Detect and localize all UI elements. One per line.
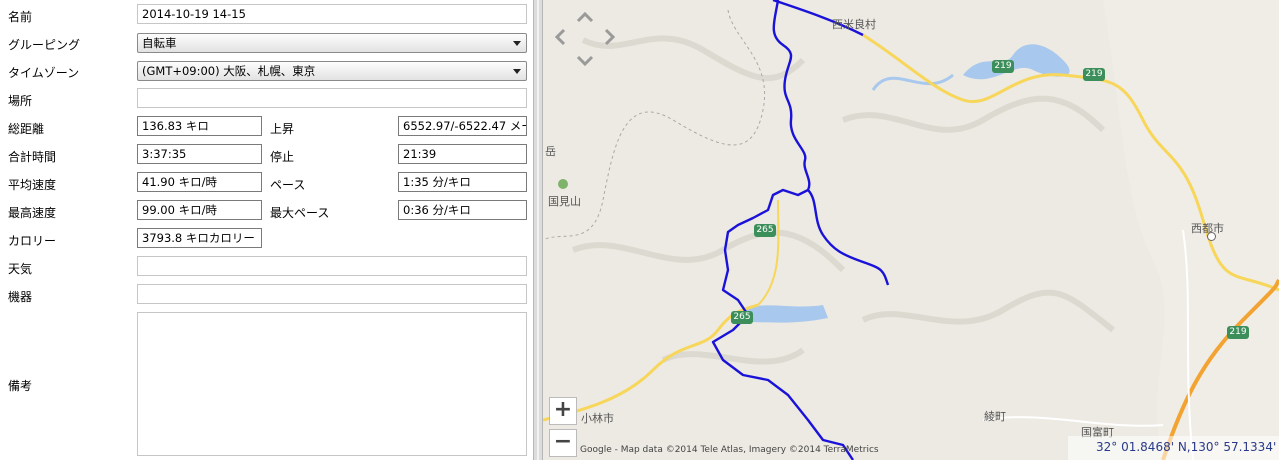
route-shield-219: 219 — [1083, 68, 1105, 81]
max-pace-label: 最大ペース — [270, 206, 330, 220]
route-shield-265: 265 — [731, 311, 753, 324]
max-speed-label: 最高速度 — [8, 206, 57, 220]
grouping-label: グルーピング — [8, 38, 81, 52]
device-field[interactable] — [137, 284, 527, 304]
calories-label: カロリー — [8, 234, 57, 248]
timezone-selected-value: (GMT+09:00) 大阪、札幌、東京 — [142, 64, 316, 78]
splitter-grip — [537, 0, 539, 460]
ascent-label: 上昇 — [270, 122, 295, 136]
place-label: 岳 — [545, 145, 556, 158]
avg-speed-label: 平均速度 — [8, 178, 57, 192]
distance-field[interactable]: 136.83 キロ — [137, 116, 262, 136]
pace-field[interactable]: 1:35 分/キロ — [398, 172, 527, 192]
zoom-out-button[interactable]: − — [549, 429, 577, 457]
pane-splitter[interactable] — [533, 0, 543, 460]
mountain-icon — [558, 179, 568, 189]
place-label: 西米良村 — [832, 18, 876, 31]
city-marker-icon — [1207, 232, 1216, 241]
location-label: 場所 — [8, 94, 33, 108]
zoom-in-button[interactable]: + — [549, 397, 577, 425]
calories-field[interactable]: 3793.8 キロカロリー — [137, 228, 262, 248]
place-label: 国見山 — [548, 195, 581, 208]
device-label: 機器 — [8, 290, 33, 304]
weather-field[interactable] — [137, 256, 527, 276]
route-shield-219: 219 — [992, 60, 1014, 73]
terrain-relief — [571, 35, 1115, 365]
avg-speed-field[interactable]: 41.90 キロ/時 — [137, 172, 262, 192]
total-time-label: 合計時間 — [8, 150, 57, 164]
total-time-field[interactable]: 3:37:35 — [137, 144, 262, 164]
name-label: 名前 — [8, 10, 33, 24]
location-field[interactable] — [137, 88, 527, 108]
distance-label: 総距離 — [8, 122, 45, 136]
pan-up-icon[interactable] — [573, 6, 597, 30]
name-field[interactable]: 2014-10-19 14-15 — [137, 4, 527, 24]
pace-label: ペース — [270, 178, 306, 192]
map-view[interactable]: 219 219 219 265 265 西米良村 西都市 国見山 綾町 国富町 … — [543, 0, 1279, 460]
notes-label: 備考 — [8, 379, 33, 393]
notes-textarea[interactable] — [137, 312, 527, 456]
map-attribution: Google - Map data ©2014 Tele Atlas, Imag… — [580, 445, 879, 455]
chevron-down-icon — [513, 41, 521, 46]
place-label: 小林市 — [581, 412, 614, 425]
place-label: 綾町 — [984, 410, 1006, 423]
route-shield-219: 219 — [1227, 326, 1249, 339]
grouping-selected-value: 自転車 — [142, 36, 177, 50]
chevron-down-icon — [513, 69, 521, 74]
cursor-coordinates: 32° 01.8468' N,130° 57.1334' E — [1068, 436, 1279, 460]
timezone-select[interactable]: (GMT+09:00) 大阪、札幌、東京 — [137, 61, 527, 81]
map-canvas — [543, 0, 1279, 460]
ascent-field[interactable]: 6552.97/-6522.47 メー — [398, 116, 527, 136]
weather-label: 天気 — [8, 262, 33, 276]
pan-down-icon[interactable] — [573, 48, 597, 72]
water-bodies — [743, 44, 1070, 323]
route-shield-265: 265 — [754, 224, 776, 237]
grouping-select[interactable]: 自転車 — [137, 33, 527, 53]
stop-field[interactable]: 21:39 — [398, 144, 527, 164]
timezone-label: タイムゾーン — [8, 66, 80, 80]
activity-properties-form: 名前 2014-10-19 14-15 グルーピング 自転車 タイムゾーン (G… — [0, 0, 533, 460]
max-pace-field[interactable]: 0:36 分/キロ — [398, 200, 527, 220]
max-speed-field[interactable]: 99.00 キロ/時 — [137, 200, 262, 220]
pan-left-icon[interactable] — [549, 25, 573, 49]
stop-label: 停止 — [270, 150, 295, 164]
pan-right-icon[interactable] — [597, 25, 621, 49]
